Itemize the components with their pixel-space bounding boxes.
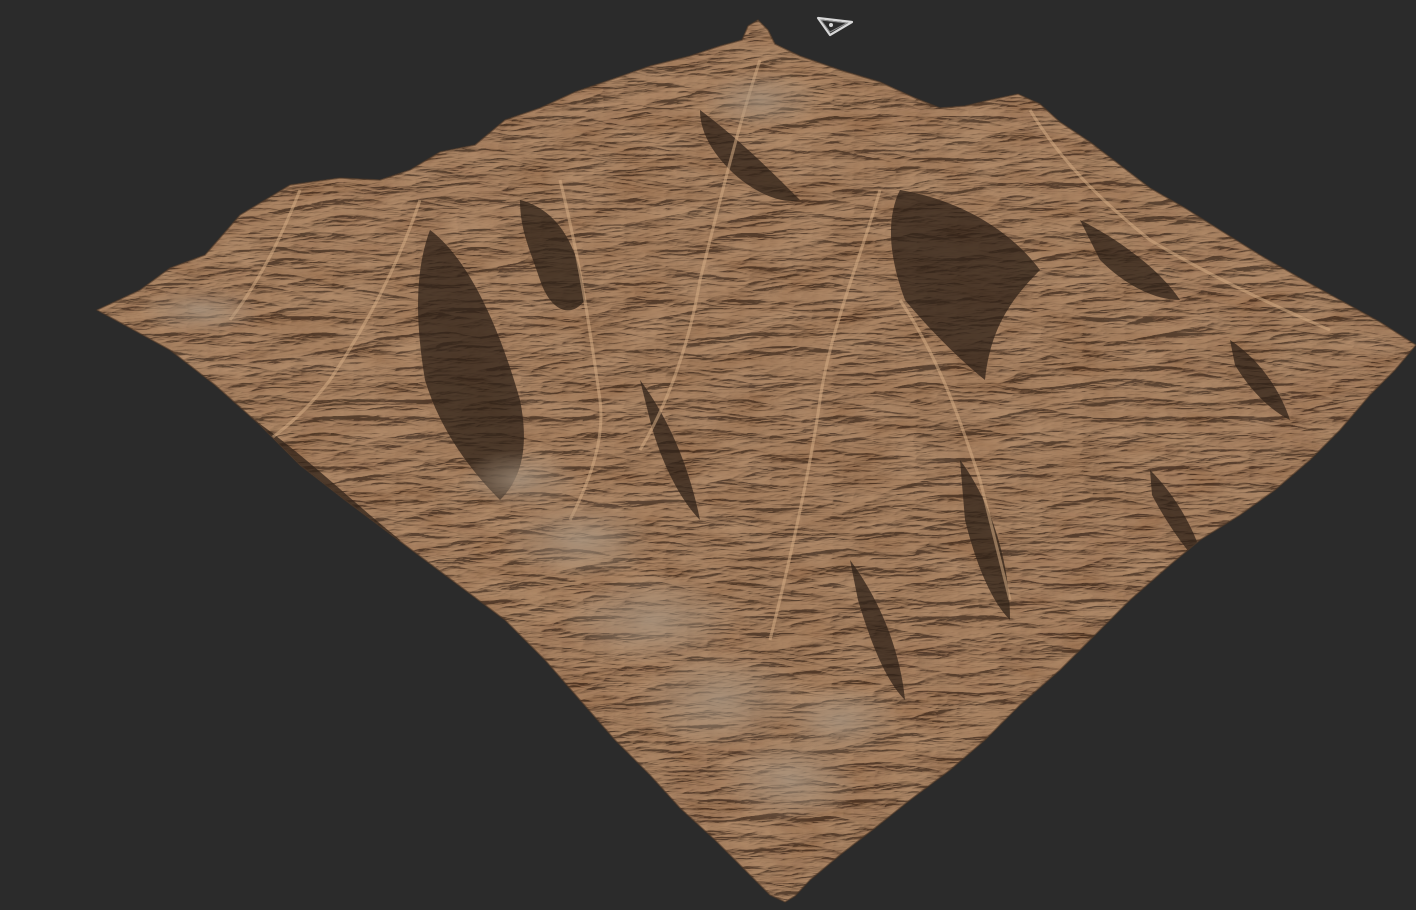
camera-icon[interactable]	[814, 14, 856, 38]
terrain-mesh[interactable]	[0, 0, 1416, 910]
3d-viewport[interactable]	[0, 0, 1416, 910]
terrain-surface	[97, 20, 1416, 902]
camera-gizmo[interactable]	[814, 14, 856, 38]
